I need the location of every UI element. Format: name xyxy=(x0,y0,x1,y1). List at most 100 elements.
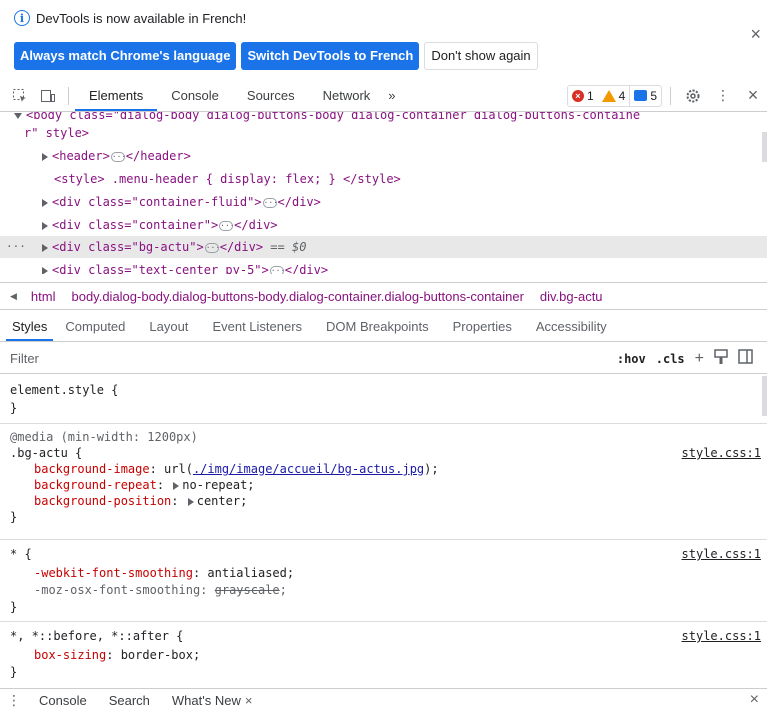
tab-properties[interactable]: Properties xyxy=(441,312,524,341)
drawer-tab-console[interactable]: Console xyxy=(28,693,98,708)
expand-triangle-icon xyxy=(42,243,48,252)
devtools-drawer: ⋮ Console Search What's New × × xyxy=(0,688,767,711)
node-actions-icon[interactable]: ··· xyxy=(6,236,26,258)
infobar-close-icon[interactable]: × xyxy=(750,24,761,45)
rule-selector[interactable]: *, *::before, *::after { xyxy=(10,628,183,644)
property-value[interactable]: url( xyxy=(164,462,193,476)
invalid-property-value[interactable]: grayscale xyxy=(215,583,280,597)
dom-node-container[interactable]: <div class="container"> ···</div> xyxy=(42,214,767,236)
more-options-icon[interactable]: ⋮ xyxy=(709,82,737,110)
breadcrumb-div-bg-actu[interactable]: div.bg-actu xyxy=(532,289,611,304)
declaration-moz-osx-font-smoothing[interactable]: -moz-osx-font-smoothing: grayscale; xyxy=(34,582,287,598)
breadcrumb-scroll-left-icon[interactable]: ◀ xyxy=(0,291,23,302)
rule-pseudo: *, *::before, *::after { style.css:1 box… xyxy=(0,622,767,684)
property-value[interactable]: antialiased; xyxy=(207,566,294,580)
property-value[interactable]: center; xyxy=(197,494,248,508)
hov-toggle-button[interactable]: :hov xyxy=(617,352,646,366)
tab-styles[interactable]: Styles xyxy=(6,312,54,341)
container-fluid-close-tag: </div> xyxy=(277,195,321,209)
expand-shorthand-icon[interactable] xyxy=(173,481,180,490)
breadcrumb-html[interactable]: html xyxy=(23,289,64,304)
rule-selector[interactable]: element.style { xyxy=(10,382,118,398)
image-url-link[interactable]: ./img/image/accueil/bg-actus.jpg xyxy=(193,462,424,476)
container-open-tag: <div class="container"> xyxy=(52,218,219,232)
tab-console[interactable]: Console xyxy=(157,80,233,111)
expand-shorthand-icon[interactable] xyxy=(187,497,194,506)
property-name[interactable]: -moz-osx-font-smoothing xyxy=(34,583,200,597)
new-style-rule-icon[interactable]: + xyxy=(695,350,704,368)
declaration-background-image[interactable]: background-image: url(./img/image/accuei… xyxy=(34,461,439,477)
issues-counter[interactable]: × 1 4 5 xyxy=(566,84,662,107)
container-close-tag: </div> xyxy=(234,218,278,232)
tab-event-listeners[interactable]: Event Listeners xyxy=(200,312,314,341)
body-open-tag: <body class="dialog-body dialog-buttons-… xyxy=(26,112,641,122)
more-tabs-icon[interactable]: » xyxy=(384,80,399,111)
property-value[interactable]: no-repeat; xyxy=(182,478,254,492)
bg-actu-close-tag: </div> xyxy=(219,240,264,254)
tab-elements[interactable]: Elements xyxy=(75,80,158,111)
drawer-tab-whats-new-label: What's New xyxy=(171,692,241,708)
tab-dom-breakpoints[interactable]: DOM Breakpoints xyxy=(314,312,441,341)
rule-bg-actu: @media (min-width: 1200px) .bg-actu { st… xyxy=(0,424,767,540)
source-link[interactable]: style.css:1 xyxy=(682,628,761,644)
tab-accessibility[interactable]: Accessibility xyxy=(524,312,619,341)
dom-node-style[interactable]: <style> .menu-header { display: flex; } … xyxy=(54,168,767,190)
ellipsis-icon[interactable]: ··· xyxy=(204,242,220,253)
rule-selector[interactable]: * { xyxy=(10,546,32,562)
rule-selector[interactable]: .bg-actu { xyxy=(10,445,82,461)
info-icon: i xyxy=(14,10,30,26)
property-name[interactable]: background-repeat xyxy=(34,478,157,492)
declaration-background-repeat[interactable]: background-repeat: no-repeat; xyxy=(34,477,255,493)
dom-node-container-fluid[interactable]: <div class="container-fluid"> ···</div> xyxy=(42,191,767,213)
close-devtools-icon[interactable]: × xyxy=(739,82,767,110)
declaration-box-sizing[interactable]: box-sizing: border-box; xyxy=(34,647,200,663)
toggle-computed-sidebar-icon[interactable] xyxy=(738,349,753,369)
drawer-tab-search[interactable]: Search xyxy=(98,693,161,708)
warning-count-badge: 4 xyxy=(598,86,630,106)
dom-node-text-center[interactable]: <div class="text-center py-5"> ···</div> xyxy=(42,259,767,274)
close-tab-icon[interactable]: × xyxy=(245,693,253,708)
property-value[interactable]: border-box; xyxy=(121,648,200,662)
property-name[interactable]: background-position xyxy=(34,494,171,508)
tab-layout[interactable]: Layout xyxy=(137,312,200,341)
dom-node-bg-actu[interactable]: ··· <div class="bg-actu"> ···</div> == $0 xyxy=(0,236,767,258)
property-value-end: ); xyxy=(424,462,439,476)
ellipsis-icon[interactable]: ··· xyxy=(269,265,285,274)
tab-network[interactable]: Network xyxy=(309,80,385,111)
breadcrumb-body[interactable]: body.dialog-body.dialog-buttons-body.dia… xyxy=(63,289,531,304)
rendering-emulation-icon[interactable] xyxy=(714,348,728,370)
tab-sources[interactable]: Sources xyxy=(233,80,309,111)
inspect-element-icon[interactable] xyxy=(6,82,34,110)
styles-scrollbar[interactable] xyxy=(762,376,767,416)
ellipsis-icon[interactable]: ··· xyxy=(219,220,235,231)
close-drawer-icon[interactable]: × xyxy=(750,691,759,709)
infobar-message-row: i DevTools is now available in French! xyxy=(14,10,246,26)
drawer-tab-whats-new[interactable]: What's New × xyxy=(161,693,264,708)
expand-triangle-icon xyxy=(42,221,48,230)
ellipsis-icon[interactable]: ··· xyxy=(262,197,278,208)
dom-node-header[interactable]: <header> ···</header> xyxy=(42,145,767,167)
drawer-menu-icon[interactable]: ⋮ xyxy=(0,692,28,709)
property-name[interactable]: background-image xyxy=(34,462,150,476)
styles-filter-input[interactable] xyxy=(0,351,540,366)
warning-count: 4 xyxy=(618,88,626,103)
header-close-tag: </header> xyxy=(125,149,191,163)
switch-to-french-button[interactable]: Switch DevTools to French xyxy=(241,42,420,70)
text-center-close-tag: </div> xyxy=(284,263,329,274)
cls-toggle-button[interactable]: .cls xyxy=(656,352,685,366)
declaration-webkit-font-smoothing[interactable]: -webkit-font-smoothing: antialiased; xyxy=(34,565,294,581)
property-name[interactable]: -webkit-font-smoothing xyxy=(34,566,193,580)
dom-scrollbar[interactable] xyxy=(762,132,767,162)
tab-computed[interactable]: Computed xyxy=(53,312,137,341)
ellipsis-icon[interactable]: ··· xyxy=(110,151,126,162)
device-toolbar-icon[interactable] xyxy=(34,82,62,110)
dom-tree: <body class="dialog-body dialog-buttons-… xyxy=(0,112,767,274)
source-link[interactable]: style.css:1 xyxy=(682,546,761,562)
expand-triangle-icon xyxy=(42,152,48,161)
declaration-background-position[interactable]: background-position: center; xyxy=(34,493,247,509)
settings-gear-icon[interactable] xyxy=(679,82,707,110)
dont-show-again-button[interactable]: Don't show again xyxy=(424,42,538,70)
property-name[interactable]: box-sizing xyxy=(34,648,106,662)
always-match-language-button[interactable]: Always match Chrome's language xyxy=(14,42,237,70)
source-link[interactable]: style.css:1 xyxy=(682,445,761,461)
